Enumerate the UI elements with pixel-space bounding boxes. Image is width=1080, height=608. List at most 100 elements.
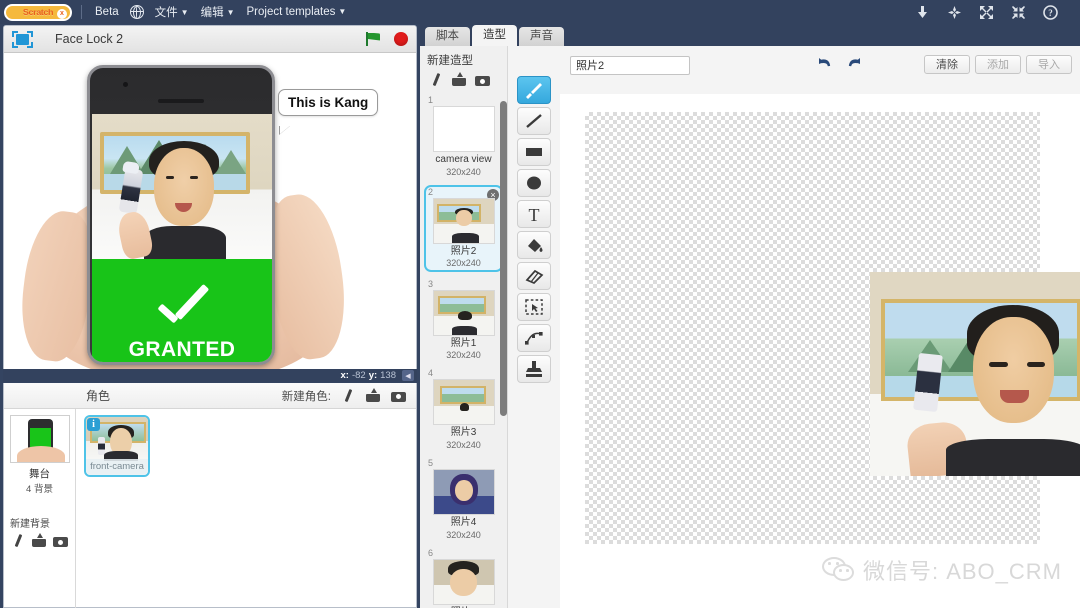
help-icon[interactable]: ? bbox=[1043, 4, 1058, 20]
rectangle-tool[interactable] bbox=[517, 138, 551, 166]
costume-name: camera view bbox=[435, 154, 492, 165]
upload-icon[interactable] bbox=[365, 387, 381, 404]
menu-divider bbox=[81, 5, 82, 19]
stage-label: 舞台 bbox=[29, 468, 50, 480]
paint-action-buttons: 清除 添加 导入 bbox=[924, 55, 1072, 74]
costume-list-scrollbar[interactable] bbox=[500, 101, 507, 416]
menu-item-edit[interactable]: 编辑 ▼ bbox=[195, 2, 241, 22]
costume-thumbnail bbox=[432, 558, 495, 605]
costume-number: 4 bbox=[428, 368, 434, 379]
clear-button[interactable]: 清除 bbox=[924, 55, 970, 74]
tab-sounds[interactable]: 声音 bbox=[519, 27, 564, 46]
tab-costumes[interactable]: 造型 bbox=[472, 25, 517, 46]
sprite-list: i front-camera bbox=[76, 409, 416, 608]
wechat-watermark: 微信号: ABO_CRM bbox=[821, 554, 1062, 586]
reshape-tool[interactable] bbox=[517, 324, 551, 352]
ellipse-tool[interactable] bbox=[517, 169, 551, 197]
coord-x-label: x: bbox=[340, 370, 349, 381]
stop-icon[interactable] bbox=[394, 32, 408, 46]
globe-icon[interactable] bbox=[129, 5, 144, 19]
scratch-logo[interactable]: Scratch x bbox=[4, 3, 72, 21]
chevron-down-icon: ▼ bbox=[338, 7, 347, 16]
costume-name: 照片2 bbox=[450, 245, 477, 257]
costume-name-input[interactable]: 照片2 bbox=[570, 56, 690, 75]
menu-item-file-label: 文件 bbox=[154, 7, 178, 19]
new-costume-icons bbox=[420, 72, 507, 88]
select-tool[interactable] bbox=[517, 293, 551, 321]
redo-icon[interactable] bbox=[846, 56, 863, 73]
costume-thumbnail bbox=[432, 469, 495, 515]
new-costume-label: 新建造型 bbox=[427, 55, 473, 67]
speech-bubble: This is Kang bbox=[278, 89, 379, 116]
costume-number: 3 bbox=[428, 278, 434, 289]
stage-canvas[interactable]: GRANTED This is Kang bbox=[4, 53, 416, 380]
brush-icon[interactable] bbox=[340, 388, 356, 404]
import-button[interactable]: 导入 bbox=[1026, 55, 1072, 74]
fill-tool[interactable] bbox=[517, 231, 551, 259]
chevron-down-icon: ▼ bbox=[180, 8, 189, 17]
costume-name: 照片3 bbox=[450, 427, 477, 439]
costume-dimensions: 320x240 bbox=[446, 166, 481, 177]
green-flag-icon[interactable] bbox=[366, 32, 381, 46]
eraser-tool[interactable] bbox=[517, 262, 551, 290]
menu-item-edit-label: 编辑 bbox=[200, 7, 224, 19]
logo-badge: x bbox=[57, 8, 67, 19]
stage-panel: Face Lock 2 GRANTED This is Kang bbox=[3, 25, 417, 380]
costume-thumbnail bbox=[432, 379, 495, 426]
granted-overlay: GRANTED bbox=[92, 259, 272, 362]
text-tool[interactable]: T bbox=[517, 200, 551, 228]
move-cursor-icon[interactable] bbox=[947, 5, 962, 20]
costume-dimensions: 320x240 bbox=[446, 350, 481, 360]
brush-tool[interactable] bbox=[517, 76, 551, 104]
new-backdrop-icons bbox=[8, 533, 71, 549]
brush-icon[interactable] bbox=[428, 72, 444, 88]
costume-name: 照片1 bbox=[450, 337, 477, 349]
costume-item-2[interactable]: 2 × 照片2 320x240 bbox=[424, 184, 503, 272]
project-title: Face Lock 2 bbox=[55, 32, 124, 46]
sprite-panel: 角色 新建角色: 舞台 4 背景 新建背景 i front-camera bbox=[3, 383, 417, 608]
costume-item-6[interactable]: 6 照片5 320x240 bbox=[426, 548, 501, 608]
camera-icon[interactable] bbox=[474, 72, 490, 88]
stage-selector-column[interactable]: 舞台 4 背景 新建背景 bbox=[4, 409, 76, 608]
sprite-item-front-camera[interactable]: i front-camera bbox=[84, 415, 150, 477]
download-icon[interactable] bbox=[915, 5, 930, 20]
shrink-icon[interactable] bbox=[1011, 5, 1026, 20]
camera-icon[interactable] bbox=[52, 533, 68, 549]
beta-label: Beta bbox=[95, 6, 119, 18]
sprite-panel-title: 角色 bbox=[86, 389, 111, 403]
costume-number: 2 bbox=[428, 186, 434, 197]
app-root: Scratch x Beta 文件 ▼ 编辑 ▼ Project templates… bbox=[0, 0, 1080, 608]
menu-tool-icons: ? bbox=[915, 4, 1058, 20]
upload-icon[interactable] bbox=[31, 533, 47, 549]
costume-dimensions: 320x240 bbox=[446, 258, 481, 269]
menu-item-file[interactable]: 文件 ▼ bbox=[149, 2, 195, 22]
upload-icon[interactable] bbox=[451, 72, 467, 88]
menu-bar: Scratch x Beta 文件 ▼ 编辑 ▼ Project templates… bbox=[0, 0, 1080, 24]
costume-item-4[interactable]: 4 照片3 320x240 bbox=[426, 368, 501, 451]
paint-canvas[interactable] bbox=[560, 94, 1080, 608]
costume-item-1[interactable]: 1 camera view 320x240 bbox=[426, 95, 501, 178]
line-tool[interactable] bbox=[517, 107, 551, 135]
stage-thumbnail[interactable] bbox=[9, 415, 70, 463]
costume-number: 1 bbox=[428, 95, 434, 105]
costume-thumbnail bbox=[432, 106, 495, 152]
costume-number: 6 bbox=[428, 547, 434, 558]
costume-item-3[interactable]: 3 照片1 320x240 bbox=[426, 279, 501, 362]
brush-icon[interactable] bbox=[10, 533, 26, 549]
costume-item-5[interactable]: 5 照片4 320x240 bbox=[426, 458, 501, 541]
phone-graphic: GRANTED bbox=[87, 65, 275, 365]
fullscreen-icon[interactable] bbox=[12, 30, 33, 48]
stamp-tool[interactable] bbox=[517, 355, 551, 383]
granted-label: GRANTED bbox=[128, 338, 236, 361]
camera-icon[interactable] bbox=[390, 388, 406, 404]
collapse-arrow-icon[interactable]: ◀ bbox=[402, 370, 414, 381]
undo-icon[interactable] bbox=[816, 56, 833, 73]
sprite-info-icon[interactable]: i bbox=[87, 418, 100, 431]
costume-number: 5 bbox=[428, 458, 434, 468]
add-button[interactable]: 添加 bbox=[975, 55, 1021, 74]
coord-y-value: 138 bbox=[380, 370, 396, 381]
tab-scripts[interactable]: 脚本 bbox=[425, 27, 470, 46]
expand-icon[interactable] bbox=[979, 5, 994, 20]
sprite-panel-body: 舞台 4 背景 新建背景 i front-camera bbox=[4, 409, 416, 608]
menu-item-project-templates[interactable]: Project templates ▼ bbox=[241, 4, 353, 20]
